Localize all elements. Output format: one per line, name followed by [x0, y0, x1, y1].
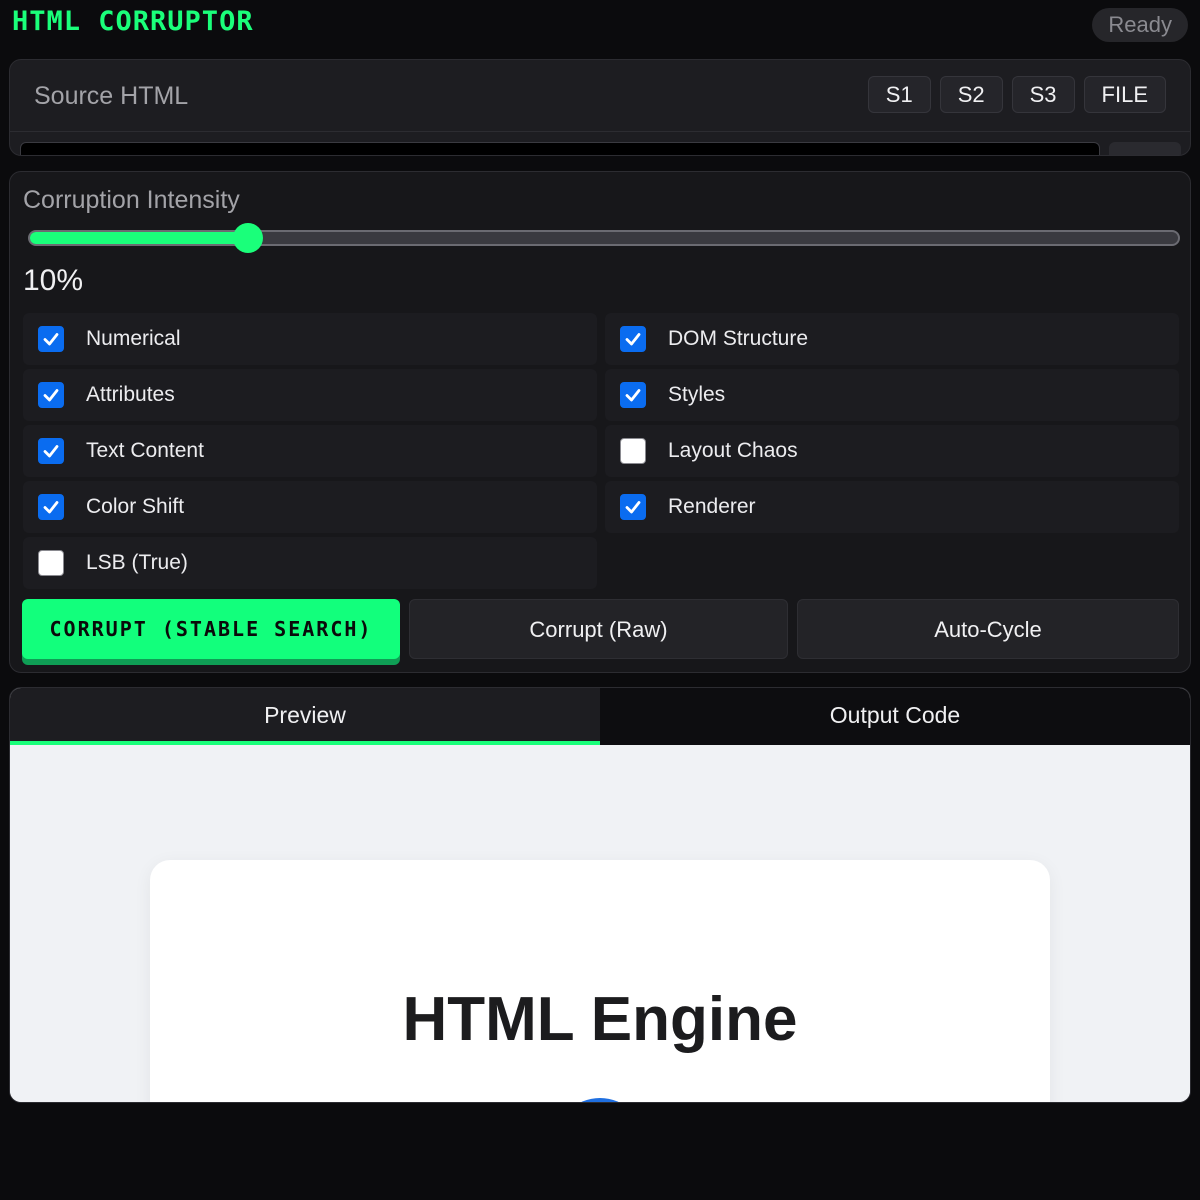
auto-cycle-button[interactable]: Auto-Cycle [797, 599, 1179, 659]
app-title: HTML CORRUPTOR [12, 6, 254, 37]
option-label: Layout Chaos [668, 439, 798, 462]
check-icon [625, 389, 641, 402]
checkbox[interactable] [620, 494, 646, 520]
check-icon [43, 445, 59, 458]
option-layout-chaos[interactable]: Layout Chaos [605, 425, 1179, 477]
option-label: Attributes [86, 383, 175, 406]
checkbox[interactable] [620, 382, 646, 408]
checkbox[interactable] [620, 326, 646, 352]
preview-heading: HTML Engine [402, 985, 798, 1054]
checkbox[interactable] [38, 382, 64, 408]
corrupt-raw-button[interactable]: Corrupt (Raw) [409, 599, 788, 659]
source-editor[interactable] [20, 142, 1100, 155]
check-icon [43, 333, 59, 346]
option-attributes[interactable]: Attributes [23, 369, 597, 421]
source-title: Source HTML [34, 82, 189, 110]
sample-3-button[interactable]: S3 [1011, 76, 1075, 113]
divider [10, 131, 1190, 132]
option-color-shift[interactable]: Color Shift [23, 481, 597, 533]
checkbox[interactable] [38, 326, 64, 352]
slider-fill [30, 232, 249, 244]
source-buttons: S1 S2 S3 FILE [867, 76, 1166, 113]
checkbox[interactable] [620, 438, 646, 464]
checkbox[interactable] [38, 438, 64, 464]
sample-2-button[interactable]: S2 [939, 76, 1003, 113]
output-panel: Preview Output Code HTML Engine [9, 687, 1191, 1103]
preview-card: HTML Engine [150, 860, 1050, 1102]
option-label: Renderer [668, 495, 756, 518]
checkbox[interactable] [38, 494, 64, 520]
status-badge: Ready [1092, 8, 1188, 42]
intensity-value: 10% [23, 264, 84, 297]
checkbox[interactable] [38, 550, 64, 576]
preview-logo-circle [555, 1098, 645, 1102]
intensity-slider[interactable] [28, 223, 1180, 253]
intensity-label: Corruption Intensity [23, 186, 240, 214]
source-panel: Source HTML S1 S2 S3 FILE [9, 59, 1191, 156]
option-label: Numerical [86, 327, 181, 350]
sample-1-button[interactable]: S1 [867, 76, 931, 113]
check-icon [625, 501, 641, 514]
option-text-content[interactable]: Text Content [23, 425, 597, 477]
file-button[interactable]: FILE [1083, 76, 1166, 113]
option-dom-structure[interactable]: DOM Structure [605, 313, 1179, 365]
slider-thumb[interactable] [233, 223, 264, 253]
corrupt-stable-button[interactable]: CORRUPT (STABLE SEARCH) [22, 599, 400, 659]
option-label: Styles [668, 383, 726, 406]
preview-frame: HTML Engine [10, 745, 1190, 1102]
option-label: DOM Structure [668, 327, 809, 350]
option-label: Color Shift [86, 495, 185, 518]
check-icon [43, 389, 59, 402]
check-icon [625, 333, 641, 346]
option-renderer[interactable]: Renderer [605, 481, 1179, 533]
controls-panel: Corruption Intensity 10% Numerical DOM S… [9, 171, 1191, 673]
tab-preview[interactable]: Preview [10, 688, 600, 745]
option-label: Text Content [86, 439, 204, 462]
option-numerical[interactable]: Numerical [23, 313, 597, 365]
option-label: LSB (True) [86, 551, 188, 574]
tab-output-code[interactable]: Output Code [600, 688, 1190, 745]
option-lsb[interactable]: LSB (True) [23, 537, 597, 589]
option-styles[interactable]: Styles [605, 369, 1179, 421]
source-side-button[interactable] [1109, 142, 1181, 155]
check-icon [43, 501, 59, 514]
output-tabs: Preview Output Code [10, 688, 1190, 745]
